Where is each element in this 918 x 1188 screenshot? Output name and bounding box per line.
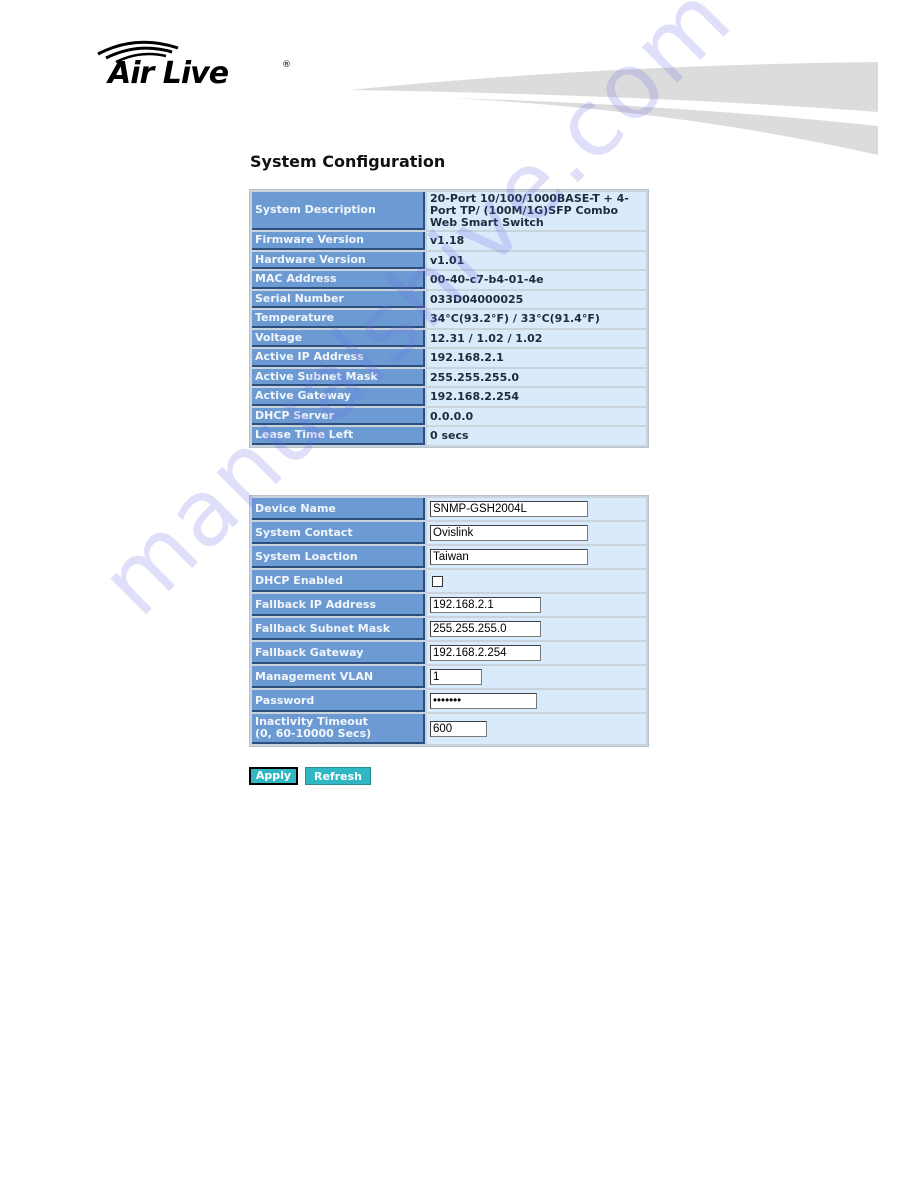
fallback-mask-input[interactable]: [430, 621, 541, 637]
row-label: Voltage: [252, 329, 425, 347]
row-value: 12.31 / 1.02 / 1.02: [427, 329, 646, 347]
fallback-ip-input[interactable]: [430, 597, 541, 613]
row-value: 192.168.2.1: [427, 349, 646, 367]
row-label: Hardware Version: [252, 251, 425, 269]
form-row-password: Password: [252, 690, 646, 712]
row-label: Serial Number: [252, 290, 425, 308]
row-label: Active IP Address: [252, 349, 425, 367]
system-location-label: System Loaction: [252, 546, 425, 568]
row-value: v1.01: [427, 251, 646, 269]
password-input[interactable]: [430, 693, 537, 709]
header-swoosh-decoration: [350, 62, 878, 155]
table-row: Serial Number 033D04000025: [252, 290, 646, 308]
system-contact-input[interactable]: [430, 525, 588, 541]
row-label: Active Subnet Mask: [252, 368, 425, 386]
form-row-device-name: Device Name: [252, 498, 646, 520]
form-row-inactivity-timeout: Inactivity Timeout (0, 60-10000 Secs): [252, 714, 646, 744]
page-title: System Configuration: [250, 152, 446, 171]
table-row: Active IP Address 192.168.2.1: [252, 349, 646, 367]
device-name-label: Device Name: [252, 498, 425, 520]
table-row: System Description 20-Port 10/100/1000BA…: [252, 192, 646, 230]
airlive-logo: Air Live ®: [96, 38, 296, 98]
refresh-button[interactable]: Refresh: [305, 767, 371, 785]
form-row-fallback-ip: Fallback IP Address: [252, 594, 646, 616]
table-row: Voltage 12.31 / 1.02 / 1.02: [252, 329, 646, 347]
row-label: Active Gateway: [252, 388, 425, 406]
inactivity-timeout-label-line2: (0, 60-10000 Secs): [255, 727, 372, 740]
management-vlan-input[interactable]: [430, 669, 482, 685]
row-label: Lease Time Left: [252, 427, 425, 445]
row-value: 0.0.0.0: [427, 407, 646, 425]
management-vlan-label: Management VLAN: [252, 666, 425, 688]
row-value: 20-Port 10/100/1000BASE-T + 4-Port TP/ (…: [427, 192, 646, 230]
table-row: Hardware Version v1.01: [252, 251, 646, 269]
system-config-form: Device Name System Contact System Loacti…: [249, 495, 649, 747]
fallback-mask-label: Fallback Subnet Mask: [252, 618, 425, 640]
table-row: Lease Time Left 0 secs: [252, 427, 646, 445]
table-row: Firmware Version v1.18: [252, 232, 646, 250]
logo-text: Air Live: [108, 56, 229, 91]
row-value: 033D04000025: [427, 290, 646, 308]
dhcp-enabled-label: DHCP Enabled: [252, 570, 425, 592]
table-row: Active Subnet Mask 255.255.255.0: [252, 368, 646, 386]
row-value: v1.18: [427, 232, 646, 250]
form-row-system-contact: System Contact: [252, 522, 646, 544]
inactivity-timeout-input[interactable]: [430, 721, 487, 737]
fallback-gateway-input[interactable]: [430, 645, 541, 661]
row-value: 34°C(93.2°F) / 33°C(91.4°F): [427, 310, 646, 328]
row-value: 00-40-c7-b4-01-4e: [427, 271, 646, 289]
table-row: Active Gateway 192.168.2.254: [252, 388, 646, 406]
fallback-ip-label: Fallback IP Address: [252, 594, 425, 616]
system-info-table: System Description 20-Port 10/100/1000BA…: [249, 189, 649, 448]
form-row-dhcp-enabled: DHCP Enabled: [252, 570, 646, 592]
row-label: Firmware Version: [252, 232, 425, 250]
form-row-management-vlan: Management VLAN: [252, 666, 646, 688]
dhcp-enabled-checkbox[interactable]: [432, 576, 443, 587]
system-location-input[interactable]: [430, 549, 588, 565]
table-row: Temperature 34°C(93.2°F) / 33°C(91.4°F): [252, 310, 646, 328]
row-value: 0 secs: [427, 427, 646, 445]
password-label: Password: [252, 690, 425, 712]
row-label: MAC Address: [252, 271, 425, 289]
registered-mark: ®: [282, 60, 291, 70]
device-name-input[interactable]: [430, 501, 588, 517]
form-row-system-location: System Loaction: [252, 546, 646, 568]
row-label: Temperature: [252, 310, 425, 328]
row-label: DHCP Server: [252, 407, 425, 425]
inactivity-timeout-label: Inactivity Timeout (0, 60-10000 Secs): [252, 714, 425, 744]
fallback-gateway-label: Fallback Gateway: [252, 642, 425, 664]
row-value: 192.168.2.254: [427, 388, 646, 406]
form-row-fallback-mask: Fallback Subnet Mask: [252, 618, 646, 640]
table-row: DHCP Server 0.0.0.0: [252, 407, 646, 425]
system-contact-label: System Contact: [252, 522, 425, 544]
row-label: System Description: [252, 192, 425, 230]
table-row: MAC Address 00-40-c7-b4-01-4e: [252, 271, 646, 289]
form-row-fallback-gateway: Fallback Gateway: [252, 642, 646, 664]
apply-button[interactable]: Apply: [249, 767, 298, 785]
row-value: 255.255.255.0: [427, 368, 646, 386]
